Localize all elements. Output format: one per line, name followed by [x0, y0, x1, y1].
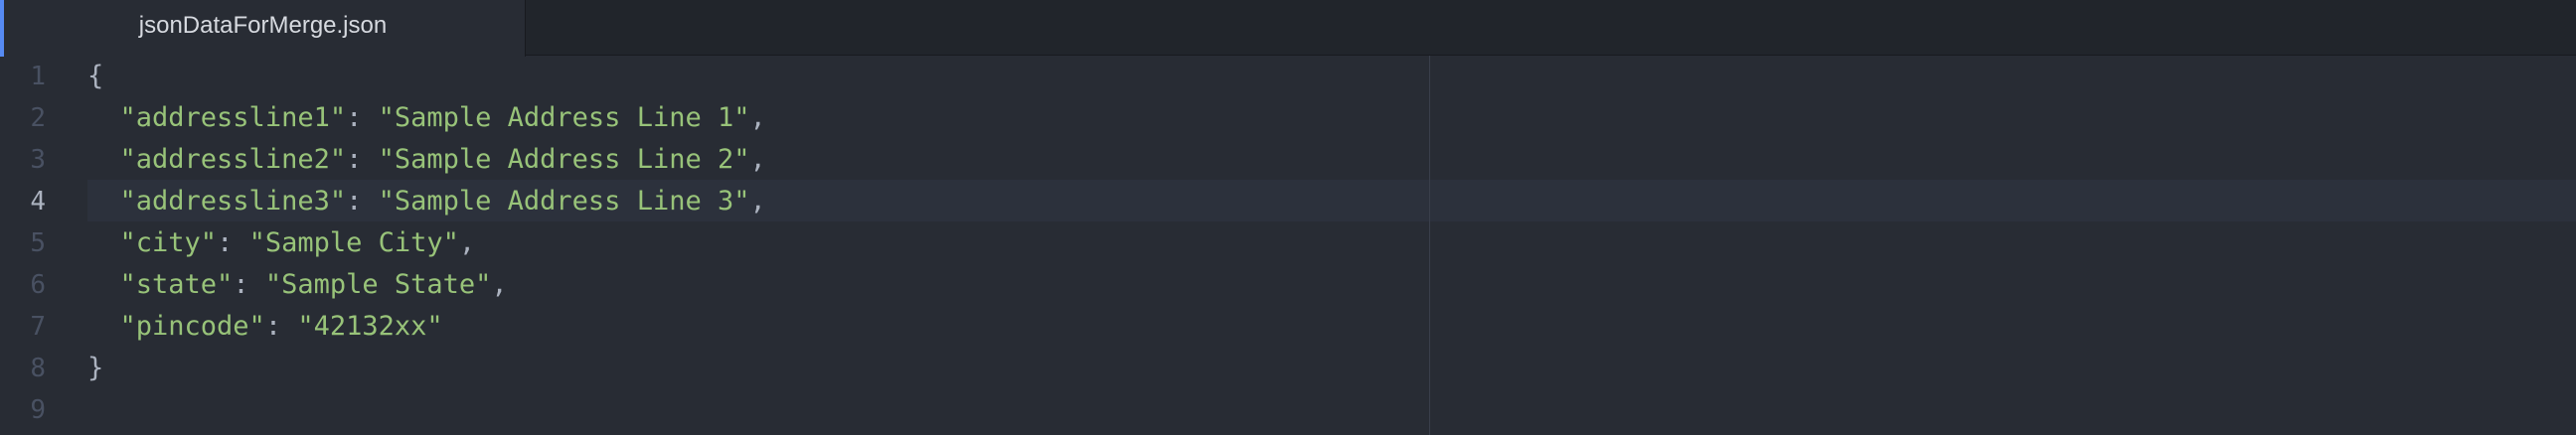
code-line-1[interactable]: { — [87, 56, 103, 97]
json-key: "pincode" — [119, 311, 265, 342]
line-number: 8 — [30, 354, 46, 383]
json-comma: , — [491, 269, 508, 300]
code-line-4[interactable]: "addressline3": "Sample Address Line 3", — [87, 181, 766, 222]
line-number-current: 4 — [30, 187, 46, 217]
json-colon: : — [233, 269, 265, 300]
code-line-2[interactable]: "addressline1": "Sample Address Line 1", — [87, 97, 766, 139]
code-line-6[interactable]: "state": "Sample State", — [87, 264, 508, 306]
line-number-gutter: 1 2 3 4 5 6 7 8 9 — [0, 56, 72, 435]
json-key: "addressline3" — [119, 186, 347, 217]
json-key: "addressline1" — [119, 102, 347, 133]
json-colon: : — [264, 311, 298, 342]
line-number: 3 — [30, 145, 46, 175]
json-colon: : — [346, 186, 379, 217]
line-number: 7 — [30, 312, 46, 342]
tab-bar: jsonDataForMerge.json — [0, 0, 2576, 57]
json-comma: , — [749, 186, 766, 217]
tab-jsondataformerge[interactable]: jsonDataForMerge.json — [0, 0, 526, 57]
code-line-7[interactable]: "pincode": "42132xx" — [87, 306, 443, 348]
open-brace: { — [87, 61, 104, 91]
json-string-value: "42132xx" — [297, 311, 443, 342]
json-comma: , — [458, 227, 476, 258]
json-colon: : — [217, 227, 249, 258]
json-string-value: "Sample Address Line 3" — [378, 186, 750, 217]
json-string-value: "Sample Address Line 1" — [378, 102, 750, 133]
close-brace: } — [87, 353, 104, 383]
line-number: 2 — [30, 103, 46, 133]
json-string-value: "Sample State" — [264, 269, 492, 300]
json-key: "addressline2" — [119, 144, 347, 175]
line-number: 5 — [30, 228, 46, 258]
tab-title[interactable]: jsonDataForMerge.json — [0, 0, 526, 52]
json-key: "state" — [119, 269, 234, 300]
json-string-value: "Sample City" — [248, 227, 459, 258]
code-text-area[interactable]: { "addressline1": "Sample Address Line 1… — [87, 56, 2576, 435]
json-key: "city" — [119, 227, 218, 258]
json-string-value: "Sample Address Line 2" — [378, 144, 750, 175]
code-line-5[interactable]: "city": "Sample City", — [87, 222, 476, 264]
json-colon: : — [346, 144, 379, 175]
line-number: 9 — [30, 395, 46, 425]
line-number: 1 — [30, 62, 46, 91]
code-line-3[interactable]: "addressline2": "Sample Address Line 2", — [87, 139, 766, 181]
code-line-8[interactable]: } — [87, 348, 103, 389]
editor-window: jsonDataForMerge.json 1 2 3 4 5 6 7 8 9 … — [0, 0, 2576, 435]
json-colon: : — [346, 102, 379, 133]
json-comma: , — [749, 102, 766, 133]
json-comma: , — [749, 144, 766, 175]
line-number: 6 — [30, 270, 46, 300]
